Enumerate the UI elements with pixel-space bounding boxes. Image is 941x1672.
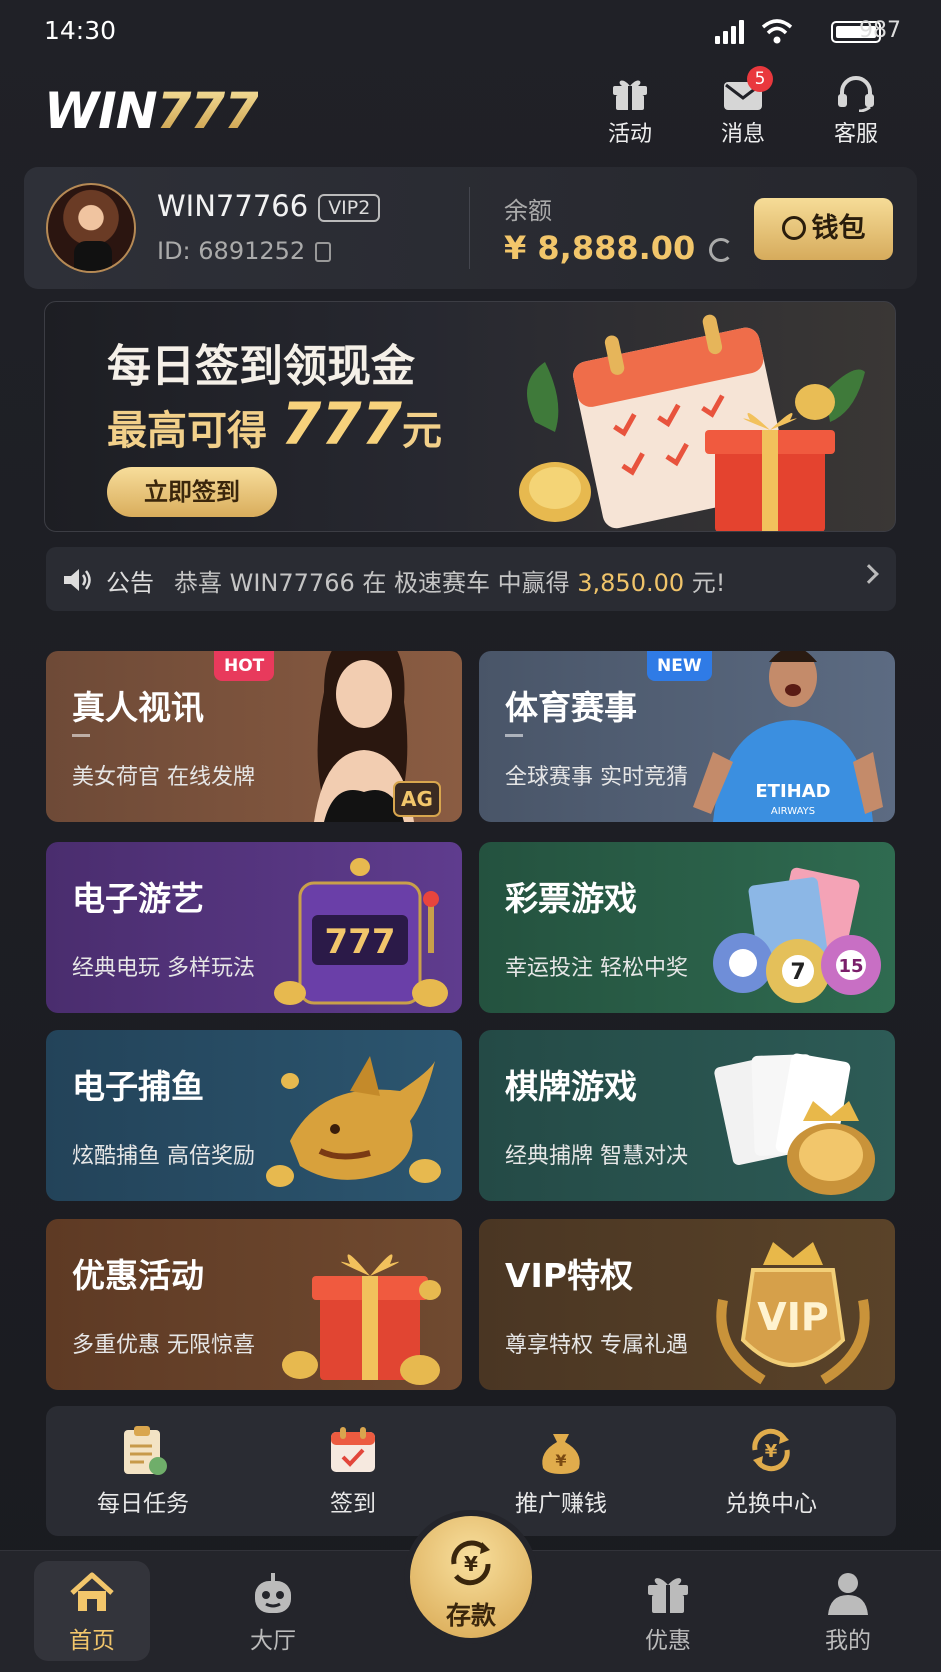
lobby-icon [255, 1573, 291, 1613]
game-title: 彩票游戏 [505, 879, 637, 918]
avatar[interactable] [46, 183, 136, 273]
title-underline [505, 734, 523, 737]
messages-button[interactable]: 消息 5 [703, 66, 783, 148]
ball-number-15: 15 [838, 956, 863, 977]
referral-button[interactable]: ¥ 推广赚钱 [486, 1424, 636, 1518]
game-title: 电子游艺 [72, 879, 204, 918]
gift-icon [613, 80, 647, 110]
brand-logo[interactable]: WIN777 [44, 82, 259, 140]
tab-promotions[interactable]: 优惠 [608, 1571, 728, 1655]
football-player-illustration: ETIHAD AIRWAYS [693, 651, 883, 822]
announcement-bar[interactable]: 公告 恭喜 WIN77766 在 极速赛车 中赢得 3,850.00 元! [46, 547, 896, 611]
game-title: 体育赛事 [505, 688, 637, 727]
hot-badge: HOT [214, 651, 275, 681]
game-card-slots[interactable]: 电子游艺 经典电玩 多样玩法 777 [46, 842, 462, 1013]
balance-value: ¥ 8,888.00 [504, 229, 734, 267]
home-icon [70, 1572, 114, 1611]
checkin-banner[interactable]: 每日签到领现金 最高可得 777元 立即签到 [44, 301, 896, 532]
daily-tasks-button[interactable]: 每日任务 [68, 1424, 218, 1518]
headset-icon [838, 76, 874, 112]
game-title: 真人视讯 [72, 688, 204, 727]
wifi-icon [761, 19, 793, 44]
announcement-text: 恭喜 WIN77766 在 极速赛车 中赢得 3,850.00 元! [174, 569, 726, 597]
game-subtitle: 美女荷官 在线发牌 [72, 765, 255, 790]
ag-logo: AG [401, 787, 433, 811]
game-title: 棋牌游戏 [505, 1067, 637, 1106]
user-icon [828, 1573, 868, 1615]
vip-crest-text: VIP [757, 1295, 828, 1339]
game-subtitle: 经典电玩 多样玩法 [72, 956, 255, 981]
game-subtitle: 多重优惠 无限惊喜 [72, 1333, 255, 1358]
game-subtitle: 尊享特权 专属礼遇 [505, 1333, 688, 1358]
battery-level: 987 [859, 18, 901, 43]
divider [469, 187, 470, 269]
activity-button[interactable]: 活动 [590, 74, 670, 148]
dealer-illustration: AG [314, 651, 441, 822]
svg-text:¥: ¥ [765, 1441, 778, 1462]
sponsor-text: ETIHAD [755, 781, 830, 802]
exchange-center-button[interactable]: ¥ 兑换中心 [696, 1424, 846, 1518]
sponsor-sub-text: AIRWAYS [771, 806, 815, 817]
lottery-balls-illustration: 7 15 [713, 867, 881, 1003]
copy-icon[interactable] [315, 242, 332, 262]
balance-label: 余额 [504, 197, 552, 225]
gift-box-illustration [282, 1254, 441, 1385]
game-subtitle: 幸运投注 轻松中奖 [505, 956, 688, 981]
slot-machine-illustration: 777 [274, 858, 448, 1007]
game-title: 优惠活动 [72, 1256, 204, 1295]
calendar-gift-illustration [519, 314, 865, 531]
game-card-cards[interactable]: 棋牌游戏 经典捕牌 智慧对决 [479, 1030, 895, 1201]
banner-subtitle: 最高可得 777元 [107, 390, 443, 458]
wallet-button[interactable]: 钱包 [754, 198, 893, 260]
signal-icon [715, 20, 745, 44]
tab-lobby[interactable]: 大厅 [213, 1571, 333, 1655]
user-card: WIN77766 VIP2 ID: 6891252 余额 ¥ 8,888.00 钱… [24, 167, 917, 289]
playing-cards-illustration [714, 1053, 875, 1195]
vip-badge: VIP2 [318, 194, 381, 222]
game-card-sports[interactable]: 体育赛事 全球赛事 实时竞猜 NEW ETIHAD AIRWAYS [479, 651, 895, 822]
support-button[interactable]: 客服 [816, 74, 896, 148]
svg-text:¥: ¥ [464, 1552, 478, 1576]
refresh-icon[interactable] [709, 238, 734, 262]
calendar-icon [331, 1427, 375, 1472]
game-subtitle: 经典捕牌 智慧对决 [505, 1144, 688, 1169]
wallet-icon [781, 216, 806, 240]
title-underline [72, 734, 90, 737]
status-time: 14:30 [44, 16, 117, 45]
game-title: 电子捕鱼 [72, 1067, 204, 1106]
checkin-now-button[interactable]: 立即签到 [107, 467, 277, 517]
svg-text:¥: ¥ [555, 1451, 566, 1470]
gift-icon [648, 1578, 688, 1613]
chevron-right-icon[interactable] [859, 564, 879, 584]
game-card-promotions[interactable]: 优惠活动 多重优惠 无限惊喜 [46, 1219, 462, 1390]
username: WIN77766 VIP2 [157, 189, 381, 223]
game-card-fishing[interactable]: 电子捕鱼 炫酷捕鱼 高倍奖励 [46, 1030, 462, 1201]
vip-crest-illustration: VIP [716, 1242, 870, 1385]
exchange-icon: ¥ [752, 1428, 790, 1472]
game-card-live[interactable]: 真人视讯 美女荷官 在线发牌 HOT AG [46, 651, 462, 822]
speaker-icon [64, 569, 91, 591]
top-header: WIN777 活动 消息 5 客服 [0, 66, 941, 150]
user-id: ID: 6891252 [157, 237, 332, 265]
checkin-button[interactable]: 签到 [278, 1424, 428, 1518]
deposit-button[interactable]: ¥ 存款 [404, 1510, 538, 1644]
app-screen: 14:30 987 WIN777 活动 消息 5 客服 WIN77766 VIP2… [0, 0, 941, 1672]
announcement-label: 公告 [106, 569, 154, 597]
tab-profile[interactable]: 我的 [788, 1571, 908, 1655]
money-bag-icon: ¥ [542, 1434, 580, 1474]
deposit-icon: ¥ [451, 1540, 491, 1586]
status-bar: 14:30 987 [0, 0, 941, 60]
unread-badge: 5 [747, 66, 773, 92]
game-subtitle: 炫酷捕鱼 高倍奖励 [72, 1144, 255, 1169]
clipboard-icon [124, 1426, 167, 1475]
game-card-vip[interactable]: VIP特权 尊享特权 专属礼遇 VIP [479, 1219, 895, 1390]
ball-number-7: 7 [790, 960, 805, 985]
slot-reels-text: 777 [325, 922, 396, 962]
tab-home[interactable]: 首页 [32, 1571, 152, 1655]
game-title: VIP特权 [505, 1256, 634, 1295]
game-subtitle: 全球赛事 实时竞猜 [505, 765, 688, 790]
golden-shark-illustration [266, 1056, 441, 1187]
banner-title: 每日签到领现金 [107, 341, 415, 392]
game-card-lottery[interactable]: 彩票游戏 幸运投注 轻松中奖 7 15 [479, 842, 895, 1013]
